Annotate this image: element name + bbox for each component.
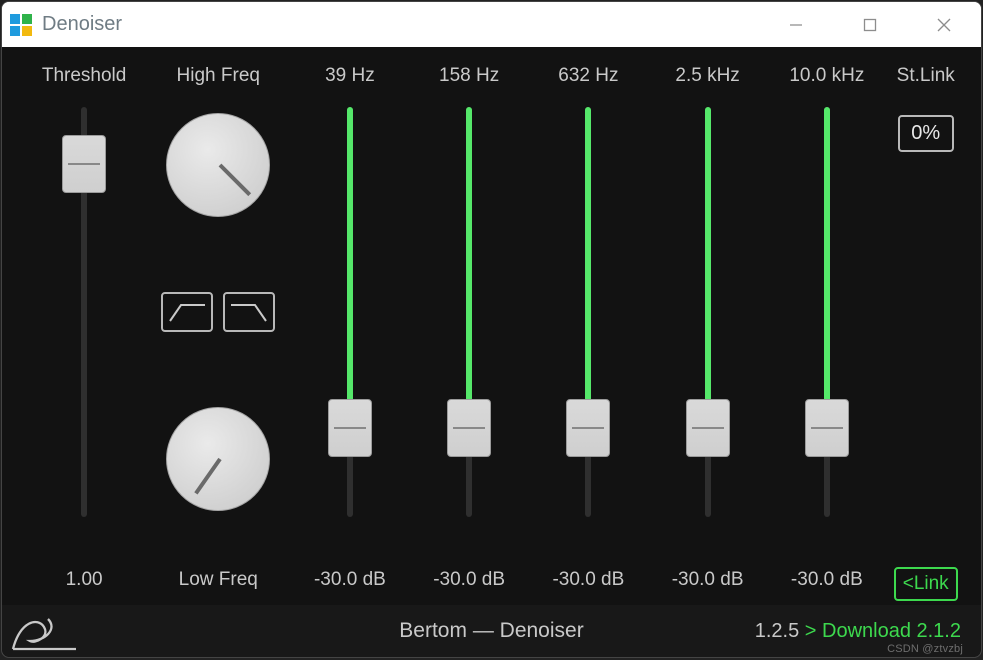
main-area: Threshold High Freq 39 Hz 158 Hz 632 Hz … xyxy=(2,47,981,605)
footer: Bertom — Denoiser 1.2.5 > Download 2.1.2 xyxy=(2,605,981,657)
footer-brand: Bertom — Denoiser xyxy=(399,619,583,643)
window-controls xyxy=(759,2,981,47)
threshold-slider[interactable] xyxy=(22,107,146,517)
stlink-percent[interactable]: 0% xyxy=(898,115,954,152)
band-slider-3[interactable] xyxy=(648,107,767,517)
band-thumb[interactable] xyxy=(447,399,491,457)
watermark: CSDN @ztvzbj xyxy=(887,643,963,655)
maximize-icon xyxy=(863,18,877,32)
band-thumb[interactable] xyxy=(805,399,849,457)
band-label-1: 158 Hz xyxy=(439,65,499,101)
download-link[interactable]: > Download 2.1.2 xyxy=(805,620,961,642)
band-label-2: 632 Hz xyxy=(558,65,618,101)
close-button[interactable] xyxy=(907,2,981,47)
band-value-4: -30.0 dB xyxy=(791,569,863,605)
app-icon xyxy=(10,14,32,36)
band-slider-1[interactable] xyxy=(410,107,529,517)
app-window: Denoiser Threshold High Freq 39 Hz xyxy=(1,1,982,658)
highpass-button[interactable] xyxy=(161,292,213,332)
threshold-value: 1.00 xyxy=(66,569,103,605)
threshold-thumb[interactable] xyxy=(62,135,106,193)
band-value-1: -30.0 dB xyxy=(433,569,505,605)
version-label: 1.2.5 xyxy=(755,620,799,642)
band-value-3: -30.0 dB xyxy=(672,569,744,605)
lowpass-button[interactable] xyxy=(223,292,275,332)
band-thumb[interactable] xyxy=(686,399,730,457)
band-thumb[interactable] xyxy=(328,399,372,457)
high-freq-knob[interactable] xyxy=(166,113,270,217)
highpass-icon xyxy=(167,300,207,324)
band-thumb[interactable] xyxy=(566,399,610,457)
minimize-icon xyxy=(789,18,803,32)
band-value-2: -30.0 dB xyxy=(552,569,624,605)
band-value-0: -30.0 dB xyxy=(314,569,386,605)
band-slider-4[interactable] xyxy=(767,107,886,517)
titlebar[interactable]: Denoiser xyxy=(2,2,981,47)
controls-row: 0% xyxy=(22,101,961,563)
low-freq-label: Low Freq xyxy=(179,569,258,605)
high-freq-label: High Freq xyxy=(177,65,260,101)
band-label-4: 10.0 kHz xyxy=(789,65,864,101)
band-slider-2[interactable] xyxy=(529,107,648,517)
lowpass-icon xyxy=(229,300,269,324)
band-label-0: 39 Hz xyxy=(325,65,375,101)
top-labels-row: Threshold High Freq 39 Hz 158 Hz 632 Hz … xyxy=(22,65,961,101)
side-panel: 0% xyxy=(886,107,961,563)
knob-indicator xyxy=(195,458,222,495)
band-slider-0[interactable] xyxy=(290,107,409,517)
window-title: Denoiser xyxy=(42,13,122,36)
maximize-button[interactable] xyxy=(833,2,907,47)
bottom-values-row: 1.00 Low Freq -30.0 dB -30.0 dB -30.0 dB… xyxy=(22,563,961,605)
knob-indicator xyxy=(219,164,252,197)
low-freq-knob[interactable] xyxy=(166,407,270,511)
close-icon xyxy=(936,17,952,33)
minimize-button[interactable] xyxy=(759,2,833,47)
stlink-label: St.Link xyxy=(897,65,955,101)
plugin-body: Threshold High Freq 39 Hz 158 Hz 632 Hz … xyxy=(2,47,981,657)
threshold-label: Threshold xyxy=(42,65,127,101)
link-button[interactable]: <Link xyxy=(894,567,958,601)
brand-logo-icon xyxy=(10,611,80,655)
band-label-3: 2.5 kHz xyxy=(675,65,739,101)
